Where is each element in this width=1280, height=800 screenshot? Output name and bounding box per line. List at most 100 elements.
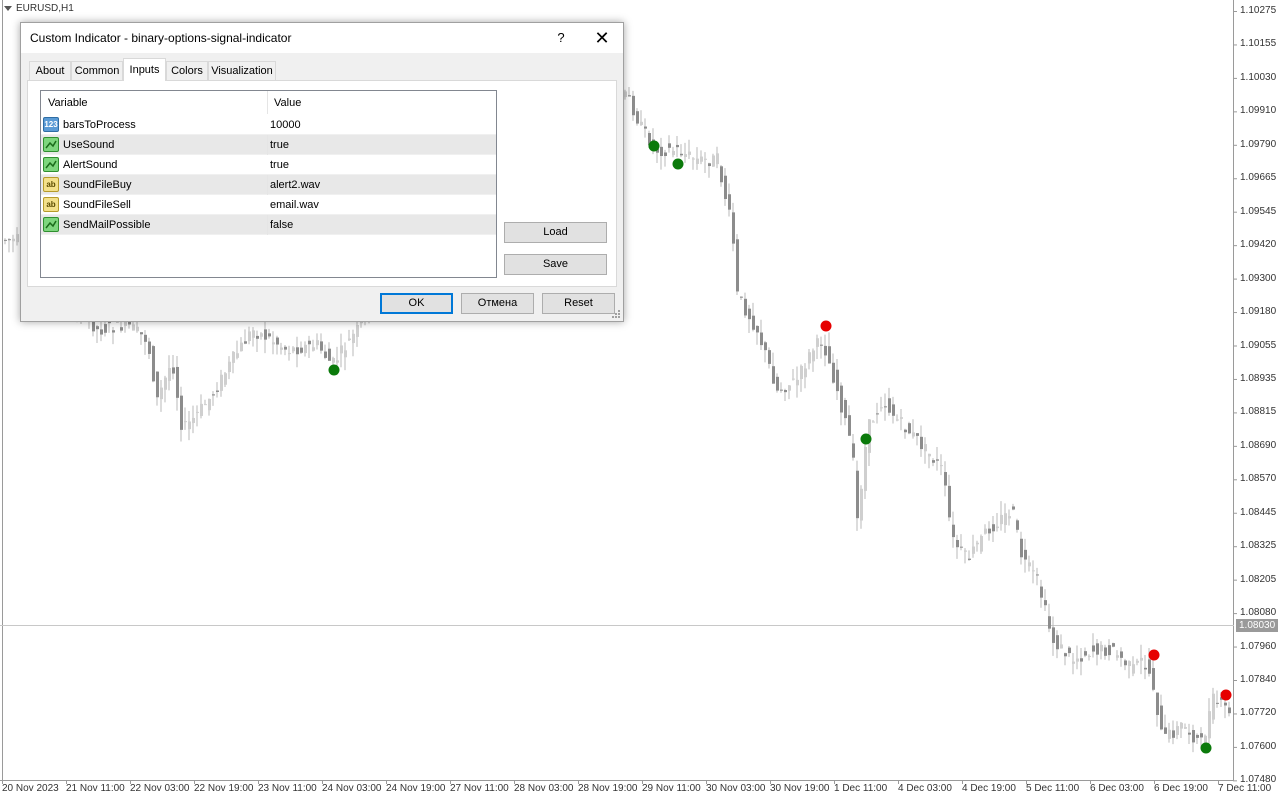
candle-body bbox=[704, 158, 707, 160]
row-divider bbox=[267, 175, 268, 195]
candle-body bbox=[1228, 707, 1231, 714]
column-header-variable[interactable]: Variable bbox=[48, 91, 88, 114]
save-button[interactable]: Save bbox=[504, 254, 607, 275]
input-value[interactable]: false bbox=[270, 215, 293, 235]
candle-body bbox=[1192, 730, 1195, 743]
candle-body bbox=[856, 470, 859, 519]
candle-body bbox=[172, 367, 175, 374]
candle-body bbox=[1048, 616, 1051, 629]
tab-inputs[interactable]: Inputs bbox=[123, 58, 166, 81]
input-row-usesound[interactable]: UseSound true bbox=[41, 135, 496, 155]
candle-body bbox=[120, 327, 123, 331]
candle-body bbox=[928, 453, 931, 457]
buy-signal-dot bbox=[328, 364, 340, 376]
candle-body bbox=[1028, 562, 1031, 567]
candle-body bbox=[316, 340, 319, 346]
candle-body bbox=[720, 166, 723, 183]
tab-colors[interactable]: Colors bbox=[166, 61, 208, 80]
cancel-button[interactable]: Отмена bbox=[461, 293, 534, 314]
input-value[interactable]: alert2.wav bbox=[270, 175, 320, 195]
time-tick-label: 30 Nov 19:00 bbox=[770, 783, 830, 794]
candle-body bbox=[144, 334, 147, 342]
price-tick-label: 1.09910 bbox=[1240, 105, 1277, 117]
chart-menu-triangle-icon[interactable] bbox=[4, 5, 12, 11]
candle-body bbox=[668, 143, 671, 148]
candle-body bbox=[236, 353, 239, 358]
time-tick-label: 23 Nov 11:00 bbox=[258, 783, 317, 794]
column-header-value[interactable]: Value bbox=[274, 91, 301, 114]
candle-body bbox=[952, 524, 955, 538]
time-tick-label: 24 Nov 03:00 bbox=[322, 783, 382, 794]
candle-body bbox=[212, 394, 215, 396]
candle-body bbox=[624, 91, 627, 98]
candle-body bbox=[684, 154, 687, 157]
tab-about[interactable]: About bbox=[29, 61, 71, 80]
input-row-sendmailpossible[interactable]: SendMailPossible false bbox=[41, 215, 496, 235]
candle-body bbox=[640, 121, 643, 125]
candle-body bbox=[248, 331, 251, 342]
candle-body bbox=[1036, 574, 1039, 576]
candle-body bbox=[960, 546, 963, 548]
candle-body bbox=[1224, 702, 1227, 706]
candle-body bbox=[1060, 644, 1063, 649]
input-row-alertsound[interactable]: AlertSound true bbox=[41, 155, 496, 175]
tab-common[interactable]: Common bbox=[71, 61, 123, 80]
candle-body bbox=[788, 385, 791, 391]
close-button[interactable]: ✕ bbox=[581, 23, 623, 53]
input-variable-name: AlertSound bbox=[63, 159, 118, 171]
input-row-soundfilebuy[interactable]: ab SoundFileBuy alert2.wav bbox=[41, 175, 496, 195]
input-value[interactable]: 10000 bbox=[270, 115, 301, 135]
load-button[interactable]: Load bbox=[504, 222, 607, 243]
candle-body bbox=[940, 465, 943, 467]
sell-signal-dot bbox=[820, 320, 832, 332]
candle-body bbox=[716, 153, 719, 165]
candle-body bbox=[1024, 549, 1027, 560]
price-tick-label: 1.09665 bbox=[1240, 172, 1277, 184]
candle-body bbox=[1100, 644, 1103, 652]
candle-body bbox=[208, 398, 211, 411]
candle-body bbox=[1164, 727, 1167, 734]
ok-button[interactable]: OK bbox=[380, 293, 453, 314]
candle-body bbox=[1188, 732, 1191, 735]
candle-body bbox=[912, 432, 915, 437]
candle-body bbox=[780, 389, 783, 391]
candle-body bbox=[1096, 643, 1099, 655]
resize-grip-icon[interactable] bbox=[611, 309, 621, 319]
input-value[interactable]: email.wav bbox=[270, 195, 319, 215]
tab-visualization[interactable]: Visualization bbox=[208, 61, 276, 80]
input-value[interactable]: true bbox=[270, 135, 289, 155]
candle-body bbox=[728, 194, 731, 210]
help-button[interactable]: ? bbox=[546, 23, 576, 53]
candle-body bbox=[100, 329, 103, 335]
candle-body bbox=[1184, 727, 1187, 729]
buy-signal-dot bbox=[648, 140, 660, 152]
candle-body bbox=[1072, 661, 1075, 664]
candle-body bbox=[296, 347, 299, 355]
inputs-table[interactable]: Variable Value 123 barsToProcess 10000 U… bbox=[40, 90, 497, 278]
candle-body bbox=[944, 472, 947, 486]
time-tick-label: 27 Nov 11:00 bbox=[450, 783, 509, 794]
candle-body bbox=[692, 158, 695, 160]
candle-body bbox=[1176, 726, 1179, 735]
candle-body bbox=[1016, 520, 1019, 530]
reset-button[interactable]: Reset bbox=[542, 293, 615, 314]
candle-body bbox=[680, 153, 683, 156]
candle-body bbox=[328, 348, 331, 361]
column-divider[interactable] bbox=[267, 91, 268, 114]
input-row-barstoprocess[interactable]: 123 barsToProcess 10000 bbox=[41, 115, 496, 135]
dialog-title-bar[interactable]: Custom Indicator - binary-options-signal… bbox=[21, 23, 623, 53]
candle-body bbox=[1196, 734, 1199, 738]
dialog-title: Custom Indicator - binary-options-signal… bbox=[30, 31, 292, 45]
time-tick-label: 21 Nov 11:00 bbox=[66, 783, 125, 794]
candle-body bbox=[628, 95, 631, 97]
time-tick-label: 6 Dec 19:00 bbox=[1154, 783, 1208, 794]
input-row-soundfilesell[interactable]: ab SoundFileSell email.wav bbox=[41, 195, 496, 215]
candle-body bbox=[1212, 693, 1215, 720]
price-tick-label: 1.09180 bbox=[1240, 306, 1277, 318]
candle-body bbox=[1032, 570, 1035, 572]
candle-body bbox=[796, 379, 799, 386]
candle-body bbox=[232, 351, 235, 363]
input-value[interactable]: true bbox=[270, 155, 289, 175]
candle-body bbox=[996, 526, 999, 529]
candle-body bbox=[240, 342, 243, 352]
